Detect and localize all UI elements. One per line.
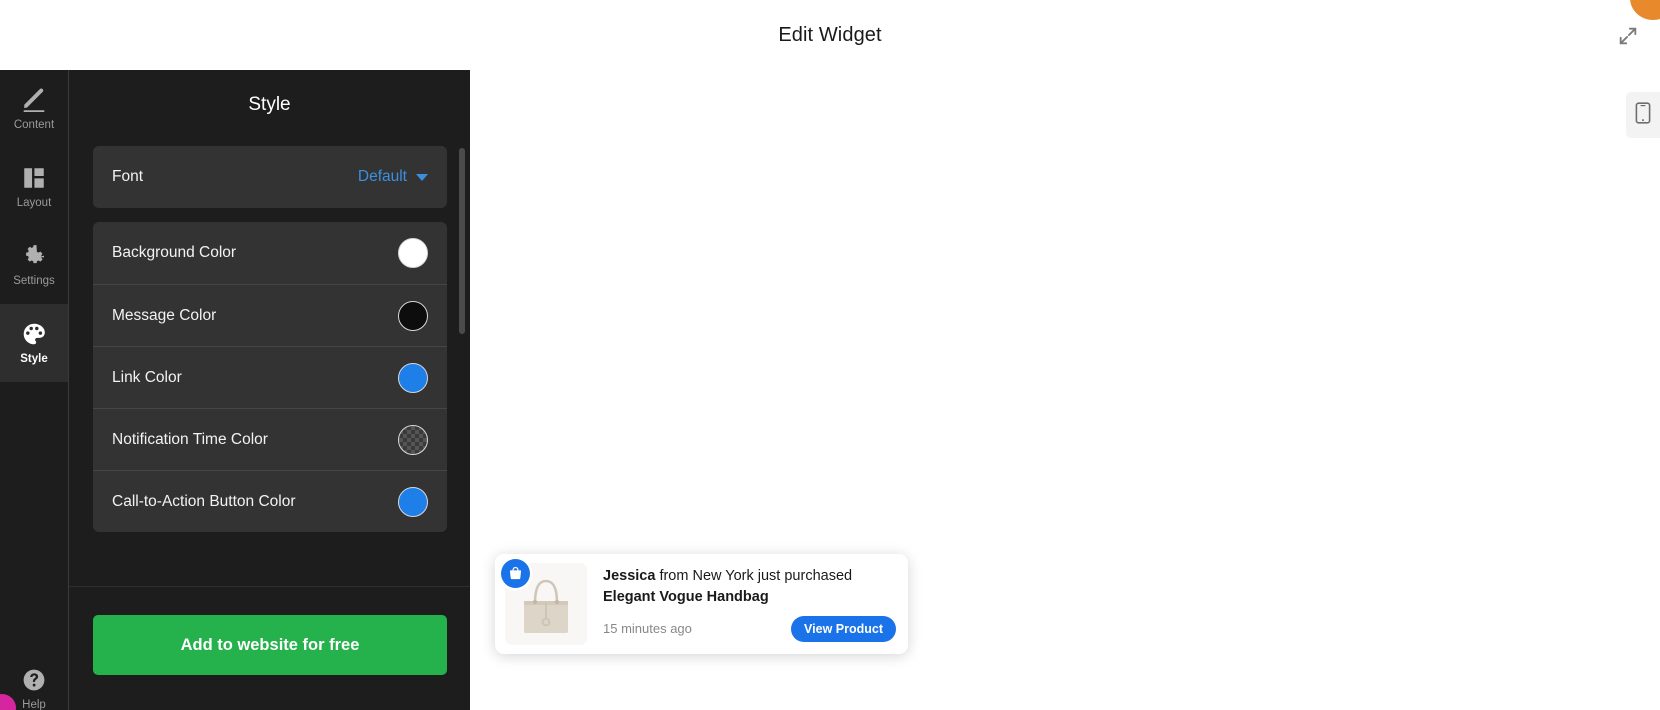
row-message-color[interactable]: Message Color <box>93 284 447 346</box>
notification-product-name: Elegant Vogue Handbag <box>603 589 769 605</box>
sidebar-item-label: Content <box>13 118 55 131</box>
gear-icon <box>21 243 47 269</box>
left-nav-rail: Content Layout Settings Style Help <box>0 70 68 710</box>
row-label: Link Color <box>112 368 182 386</box>
color-swatch-background[interactable] <box>398 238 428 268</box>
notification-message: Jessica from New York just purchased Ele… <box>603 566 896 607</box>
row-label: Notification Time Color <box>112 430 268 448</box>
top-bar: Edit Widget <box>0 0 1660 70</box>
layout-icon <box>21 165 47 191</box>
row-background-color[interactable]: Background Color <box>93 222 447 284</box>
row-link-color[interactable]: Link Color <box>93 346 447 408</box>
edit-widget-screen: Edit Widget Content Layout Settings Styl… <box>0 0 1660 710</box>
expand-arrows-icon[interactable] <box>1610 18 1646 54</box>
pencil-icon <box>21 87 47 113</box>
row-cta-button-color[interactable]: Call-to-Action Button Color <box>93 470 447 532</box>
sidebar-item-label: Style <box>20 352 48 365</box>
color-swatch-message[interactable] <box>398 300 428 331</box>
palette-icon <box>21 321 47 347</box>
widget-preview-canvas: Jessica from New York just purchased Ele… <box>470 70 1660 710</box>
font-row-label: Font <box>112 168 144 185</box>
row-label: Call-to-Action Button Color <box>112 492 296 510</box>
page-title: Edit Widget <box>778 23 882 46</box>
view-product-button[interactable]: View Product <box>791 615 896 642</box>
panel-scrollbar-thumb[interactable] <box>459 148 465 334</box>
sidebar-item-layout[interactable]: Layout <box>0 148 68 226</box>
color-swatch-link[interactable] <box>398 362 428 393</box>
style-panel: Style Font Default Background Color Mess… <box>68 70 470 710</box>
notification-time: 15 minutes ago <box>603 621 692 637</box>
sidebar-item-label: Settings <box>13 274 55 287</box>
font-row-value[interactable]: Default <box>358 168 428 186</box>
sidebar-item-help[interactable]: Help <box>0 650 68 710</box>
notification-thumbnail-wrap <box>501 559 587 645</box>
sidebar-item-settings[interactable]: Settings <box>0 226 68 304</box>
notification-body: Jessica from New York just purchased Ele… <box>587 563 896 645</box>
notification-customer-name: Jessica <box>603 568 656 585</box>
corner-accent-orange <box>1626 0 1660 20</box>
panel-footer: Add to website for free <box>69 586 470 710</box>
notification-message-middle: from New York just purchased <box>655 568 853 585</box>
row-label: Message Color <box>112 306 217 324</box>
color-swatch-notification-time[interactable] <box>398 424 428 455</box>
font-row[interactable]: Font Default <box>93 146 447 208</box>
sidebar-item-label: Help <box>22 698 46 710</box>
mobile-phone-icon <box>1635 101 1651 129</box>
notification-preview-card[interactable]: Jessica from New York just purchased Ele… <box>495 554 908 654</box>
sidebar-item-label: Layout <box>16 196 52 209</box>
rail-spacer <box>0 382 68 650</box>
chevron-down-icon <box>416 173 428 181</box>
mobile-preview-toggle[interactable] <box>1626 92 1660 138</box>
panel-scroll-area: Font Default Background Color Message Co… <box>69 132 470 584</box>
font-selected-value: Default <box>357 168 407 185</box>
font-group: Font Default <box>93 146 447 208</box>
colors-group: Background Color Message Color Link Colo… <box>93 222 447 532</box>
shopping-bag-icon <box>501 559 530 588</box>
add-to-website-button[interactable]: Add to website for free <box>93 615 447 675</box>
panel-title: Style <box>248 94 291 115</box>
row-label: Background Color <box>112 244 237 261</box>
sidebar-item-style[interactable]: Style <box>0 304 68 382</box>
sidebar-item-content[interactable]: Content <box>0 70 68 148</box>
row-notification-time-color[interactable]: Notification Time Color <box>93 408 447 470</box>
notification-footer: 15 minutes ago View Product <box>603 615 896 642</box>
question-circle-icon <box>21 667 47 693</box>
color-swatch-cta-button[interactable] <box>398 486 428 517</box>
